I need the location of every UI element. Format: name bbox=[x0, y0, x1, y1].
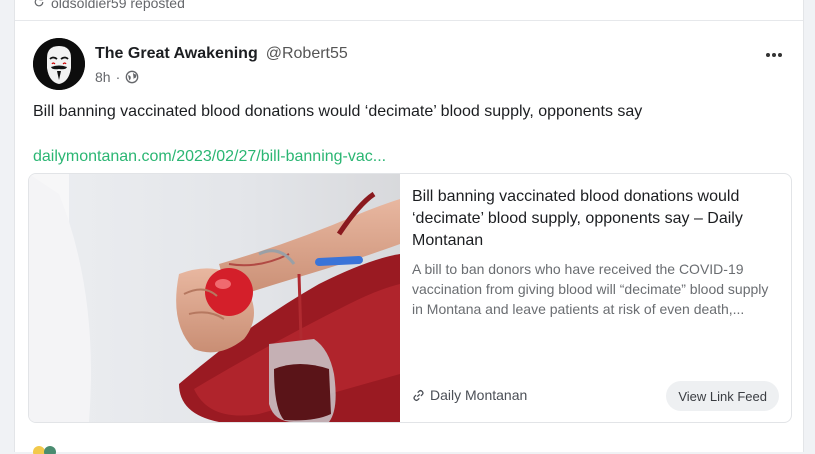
card-body: Bill banning vaccinated blood donations … bbox=[412, 186, 782, 319]
card-description: A bill to ban donors who have received t… bbox=[412, 261, 769, 317]
repost-bar: oldsoldier59 reposted bbox=[15, 0, 803, 21]
blood-donation-photo[interactable] bbox=[29, 174, 400, 422]
author-name[interactable]: The Great Awakening bbox=[95, 45, 258, 63]
link-preview-card[interactable]: Bill banning vaccinated blood donations … bbox=[28, 173, 792, 423]
card-title[interactable]: Bill banning vaccinated blood donations … bbox=[412, 186, 782, 252]
post-meta: 8h · bbox=[95, 69, 139, 85]
globe-icon bbox=[125, 70, 139, 84]
post-link[interactable]: dailymontanan.com/2023/02/27/bill-bannin… bbox=[33, 148, 386, 166]
card-source-name: Daily Montanan bbox=[430, 387, 528, 403]
repost-icon bbox=[34, 0, 44, 7]
more-horizontal-icon bbox=[766, 53, 782, 57]
more-options-button[interactable] bbox=[763, 44, 785, 66]
card-source: Daily Montanan bbox=[412, 387, 527, 403]
post-frame: oldsoldier59 reposted The Great Awakenin… bbox=[14, 0, 804, 454]
meta-separator: · bbox=[115, 69, 121, 85]
post-text: Bill banning vaccinated blood donations … bbox=[33, 103, 643, 120]
author-handle[interactable]: @Robert55 bbox=[266, 45, 348, 63]
view-link-feed-button[interactable]: View Link Feed bbox=[666, 381, 779, 411]
repost-text: oldsoldier59 reposted bbox=[51, 0, 185, 11]
mask-avatar-icon bbox=[33, 38, 85, 90]
post-time[interactable]: 8h bbox=[95, 69, 111, 85]
link-icon bbox=[413, 389, 424, 401]
avatar[interactable] bbox=[33, 38, 85, 90]
author-row: The Great Awakening @Robert55 bbox=[95, 45, 348, 63]
